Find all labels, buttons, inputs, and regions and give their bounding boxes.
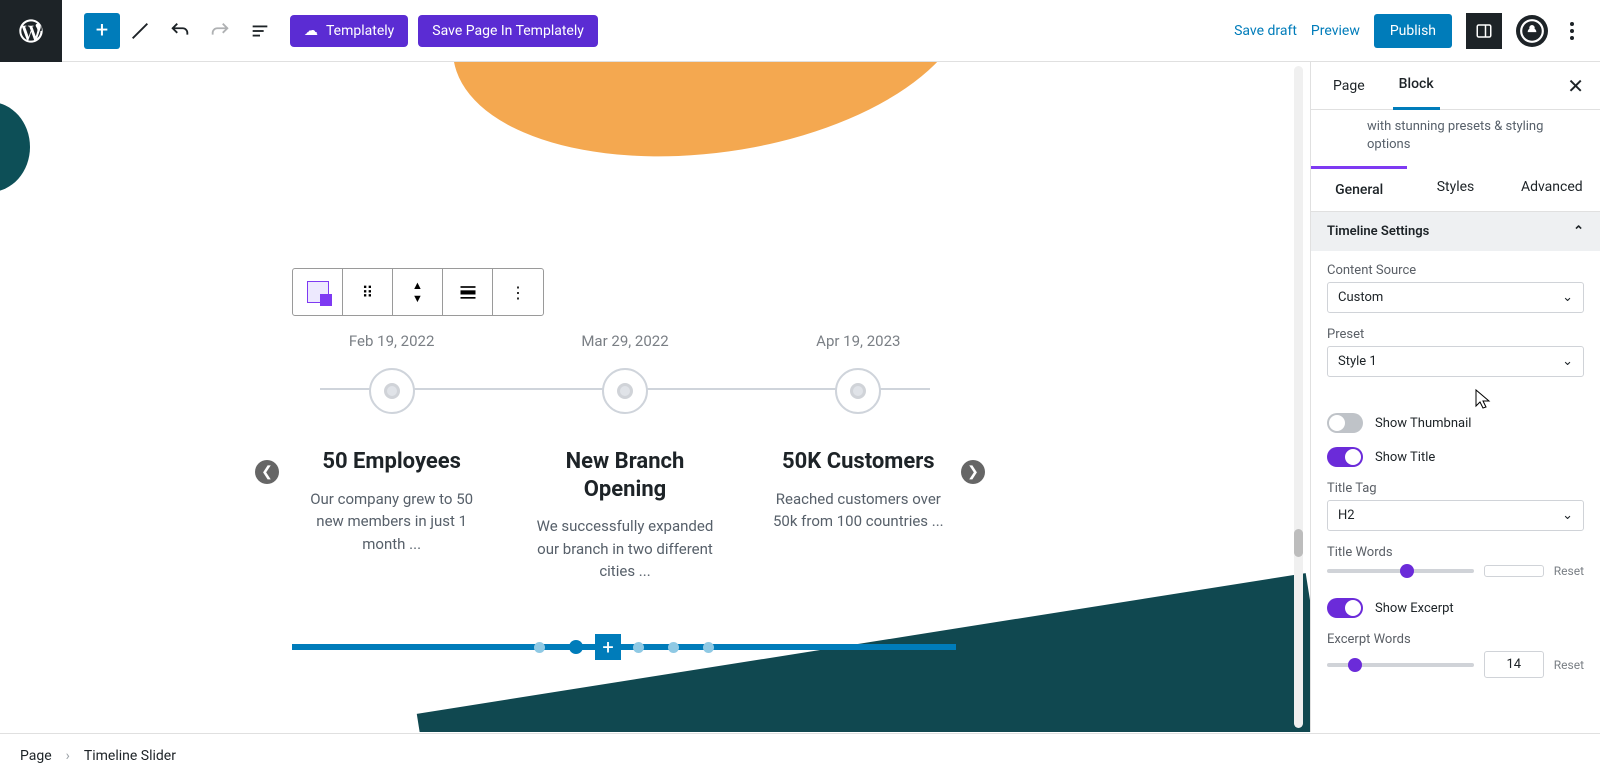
chevron-down-icon: ⌄	[1562, 508, 1573, 523]
settings-sidebar: Page Block ✕ with stunning presets & sty…	[1310, 62, 1600, 732]
breadcrumb: Page › Timeline Slider	[0, 733, 1600, 777]
top-toolbar: + ☁ Templately Save Page In Templately S…	[0, 0, 1600, 62]
canvas-scrollbar[interactable]	[1294, 66, 1303, 728]
preview-link[interactable]: Preview	[1311, 23, 1360, 39]
timeline-date: Apr 19, 2023	[816, 332, 900, 350]
decorative-shape-teal-circle	[0, 102, 30, 192]
select-value: H2	[1338, 508, 1355, 523]
timeline-node-icon	[369, 368, 415, 414]
details-icon[interactable]	[240, 11, 280, 51]
cloud-icon: ☁	[304, 23, 318, 39]
move-updown-buttons[interactable]: ▲▼	[393, 269, 443, 315]
save-draft-link[interactable]: Save draft	[1234, 23, 1297, 39]
breadcrumb-current[interactable]: Timeline Slider	[84, 748, 176, 764]
reset-title-words[interactable]: Reset	[1554, 564, 1584, 578]
editor-canvas: ⠿ ▲▼ ⋮ ❮ ❯ Feb 19, 2022 50 Employees Our…	[0, 62, 1310, 732]
templately-button[interactable]: ☁ Templately	[290, 15, 408, 47]
select-content-source[interactable]: Custom ⌄	[1327, 282, 1584, 313]
label-preset: Preset	[1327, 327, 1584, 342]
pagination-dot-active[interactable]	[569, 640, 583, 654]
chevron-up-icon: ⌃	[1573, 224, 1584, 239]
timeline-node-icon	[835, 368, 881, 414]
add-block-button[interactable]: +	[84, 13, 120, 49]
add-timeline-item-button[interactable]: +	[595, 634, 621, 660]
publish-button[interactable]: Publish	[1374, 14, 1452, 48]
subtab-advanced[interactable]: Advanced	[1504, 166, 1600, 211]
pagination-dot[interactable]	[534, 642, 545, 653]
save-templately-button[interactable]: Save Page In Templately	[418, 15, 598, 47]
label-show-title: Show Title	[1375, 450, 1435, 465]
timeline-date: Feb 19, 2022	[349, 332, 435, 350]
slider-excerpt-words[interactable]	[1327, 663, 1474, 667]
timeline-title: New Branch Opening	[525, 448, 725, 503]
close-sidebar-button[interactable]: ✕	[1567, 74, 1584, 98]
breadcrumb-root[interactable]: Page	[20, 748, 52, 764]
select-preset[interactable]: Style 1 ⌄	[1327, 346, 1584, 377]
tab-block[interactable]: Block	[1393, 62, 1440, 110]
drag-handle[interactable]: ⠿	[343, 269, 393, 315]
wordpress-logo[interactable]	[0, 0, 62, 62]
section-title: Timeline Settings	[1327, 224, 1429, 239]
pagination-dot[interactable]	[703, 642, 714, 653]
block-type-icon[interactable]	[293, 269, 343, 315]
pagination-dot[interactable]	[633, 642, 644, 653]
chevron-down-icon: ⌄	[1562, 290, 1573, 305]
select-value: Style 1	[1338, 354, 1377, 369]
timeline-node-icon	[602, 368, 648, 414]
toggle-show-excerpt[interactable]	[1327, 598, 1363, 618]
label-title-words: Title Words	[1327, 545, 1584, 560]
redo-button[interactable]	[200, 11, 240, 51]
label-content-source: Content Source	[1327, 263, 1584, 278]
timeline-description: Reached customers over 50k from 100 coun…	[758, 488, 958, 533]
toggle-show-title[interactable]	[1327, 447, 1363, 467]
input-title-words[interactable]	[1484, 565, 1544, 577]
block-more-button[interactable]: ⋮	[493, 269, 543, 315]
label-show-excerpt: Show Excerpt	[1375, 601, 1454, 616]
timeline-description: We successfully expanded our branch in t…	[525, 515, 725, 583]
undo-button[interactable]	[160, 11, 200, 51]
tab-page[interactable]: Page	[1327, 62, 1371, 110]
section-timeline-settings[interactable]: Timeline Settings ⌃	[1311, 212, 1600, 251]
timeline-item: Apr 19, 2023 50K Customers Reached custo…	[758, 332, 958, 583]
block-settings-tabs: General Styles Advanced	[1311, 166, 1600, 212]
select-title-tag[interactable]: H2 ⌄	[1327, 500, 1584, 531]
subtab-styles[interactable]: Styles	[1407, 166, 1503, 211]
timeline-item: Feb 19, 2022 50 Employees Our company gr…	[292, 332, 492, 583]
pagination-dot[interactable]	[668, 642, 679, 653]
label-excerpt-words: Excerpt Words	[1327, 632, 1584, 647]
chevron-down-icon: ⌄	[1562, 354, 1573, 369]
decorative-shape-orange	[453, 62, 986, 188]
timeline-title: 50K Customers	[782, 448, 935, 476]
more-options-button[interactable]	[1562, 14, 1582, 48]
timeline-title: 50 Employees	[322, 448, 461, 476]
sidebar-toggle-button[interactable]	[1466, 13, 1502, 49]
timeline-item: Mar 29, 2022 New Branch Opening We succe…	[525, 332, 725, 583]
templately-label: Templately	[326, 23, 394, 39]
timeline-slider-block[interactable]: ❮ ❯ Feb 19, 2022 50 Employees Our compan…	[275, 332, 975, 583]
edit-icon[interactable]	[120, 11, 160, 51]
select-value: Custom	[1338, 290, 1383, 305]
align-button[interactable]	[443, 269, 493, 315]
toggle-show-thumbnail[interactable]	[1327, 413, 1363, 433]
user-avatar[interactable]	[1516, 15, 1548, 47]
sidebar-tabs: Page Block ✕	[1311, 62, 1600, 110]
label-show-thumbnail: Show Thumbnail	[1375, 416, 1471, 431]
block-toolbar: ⠿ ▲▼ ⋮	[292, 268, 544, 316]
timeline-description: Our company grew to 50 new members in ju…	[292, 488, 492, 556]
timeline-pagination[interactable]: +	[292, 644, 956, 650]
subtab-general[interactable]: General	[1311, 166, 1407, 211]
input-excerpt-words[interactable]: 14	[1484, 651, 1544, 678]
reset-excerpt-words[interactable]: Reset	[1554, 658, 1584, 672]
timeline-date: Mar 29, 2022	[581, 332, 668, 350]
slider-title-words[interactable]	[1327, 569, 1474, 573]
save-templately-label: Save Page In Templately	[432, 23, 584, 39]
breadcrumb-separator-icon: ›	[66, 748, 70, 764]
block-description: with stunning presets & styling options	[1311, 110, 1600, 166]
label-title-tag: Title Tag	[1327, 481, 1584, 496]
